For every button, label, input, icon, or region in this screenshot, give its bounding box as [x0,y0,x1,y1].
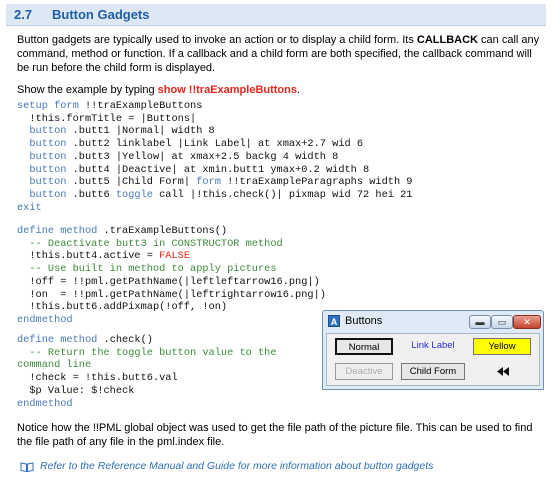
window-body: Normal Link Label Yellow Deactive Child … [326,333,540,386]
code-text: !this.butt6.addPixmap(!off, !on) [17,301,228,314]
code-text: .butt1 |Normal| width 8 [66,125,215,138]
code-keyword: button [29,163,67,176]
code-keyword: form [196,176,221,189]
buttons-window: A Buttons ▬ ▭ ✕ Normal Link Label Yellow… [322,310,544,390]
code-text: !off = !!pml.getPathName(|leftleftarrow1… [17,275,320,288]
code-keyword: button [29,125,67,138]
yellow-button[interactable]: Yellow [473,338,531,355]
minimize-button[interactable]: ▬ [469,315,491,329]
show-command: show !!traExampleButtons [157,84,297,96]
code-text: $p Value: $!check [17,384,135,397]
intro-callback-keyword: CALLBACK [416,34,478,46]
code-text: !on = !!pml.getPathName(|leftrightarrow1… [17,288,326,301]
child-form-button[interactable]: Child Form [401,363,465,380]
book-icon [20,462,34,472]
code-comment: -- Use built in method to apply pictures [17,263,277,276]
code-text: !!traExampleButtons [78,100,203,112]
code-text: call |!this.check()| pixmap wid 72 hei 2… [152,188,413,201]
code-keyword: button [29,176,67,189]
code-text: .traExampleButtons() [97,225,228,237]
notice-paragraph: Notice how the !!PML global object was u… [17,422,533,448]
intro-paragraph: Button gadgets are typically used to inv… [17,33,547,75]
code-text: .butt4 |Deactive| at xmin.butt1 ymax+0.2… [66,163,370,176]
show-suffix: . [297,84,301,96]
code-text: .check() [97,334,153,346]
show-instruction: Show the example by typing show !!traExa… [17,83,547,97]
code-keyword: button [29,188,67,201]
deactive-button: Deactive [335,363,393,380]
code-keyword: exit [17,201,42,214]
code-comment: -- Return the toggle button value to the [17,346,277,359]
link-label[interactable]: Link Label [401,338,465,355]
code-false-literal: FALSE [159,250,191,263]
reference-note: Refer to the Reference Manual and Guide … [40,460,434,472]
code-text: !!traExampleParagraphs width 9 [220,176,413,189]
window-titlebar[interactable]: A Buttons ▬ ▭ ✕ [323,311,543,333]
code-comment: command line [17,359,92,372]
code-block-form: setup form !!traExampleButtons !this.for… [17,100,412,214]
toggle-button[interactable] [473,362,531,381]
maximize-button[interactable]: ▭ [491,315,513,329]
code-text: !check = !this.butt6.val [17,372,178,385]
code-keyword: endmethod [17,397,73,410]
code-block-constructor: define method .traExampleButtons() -- De… [17,225,326,327]
intro-text-1: Button gadgets are typically used to inv… [17,34,417,46]
code-text: .butt6 [66,188,116,201]
code-keyword: button [29,150,67,163]
leftleftarrow-icon [497,367,509,376]
normal-button[interactable]: Normal [335,338,393,355]
app-icon: A [328,315,340,327]
code-keyword: define method [17,334,98,346]
code-text: .butt5 |Child Form| [66,176,197,189]
code-keyword: setup form [17,100,79,112]
code-block-check: define method .check() -- Return the tog… [17,334,277,410]
code-keyword: define method [17,225,98,237]
code-keyword: endmethod [17,313,73,326]
code-comment: -- Deactivate butt3 in CONSTRUCTOR metho… [17,237,283,250]
section-heading: 2.7 Button Gadgets [6,4,546,26]
section-title: Button Gadgets [52,7,150,22]
code-text: !this.butt4.active = [17,250,160,263]
window-title: Buttons [345,315,383,327]
code-text: .butt2 linklabel |Link Label| at xmax+2.… [66,138,364,151]
code-text: !this.formTitle = |Buttons| [17,112,197,125]
close-button[interactable]: ✕ [513,315,541,329]
show-prefix: Show the example by typing [17,84,158,96]
code-keyword: button [29,138,67,151]
code-text: .butt3 |Yellow| at xmax+2.5 backg 4 widt… [66,150,339,163]
code-keyword: toggle [115,188,153,201]
section-number: 2.7 [14,7,33,22]
